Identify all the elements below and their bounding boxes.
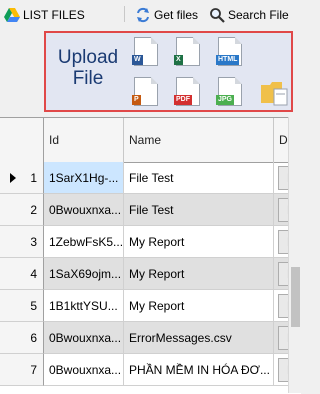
row-number-label: 4 — [30, 267, 37, 281]
row-number-label: 1 — [30, 171, 37, 185]
column-header-id[interactable]: Id — [44, 118, 124, 162]
other-file-icon[interactable] — [260, 77, 288, 107]
get-files-button[interactable]: Get files — [135, 4, 198, 26]
list-files-label: LIST FILES — [23, 8, 85, 22]
row-number-label: 6 — [30, 331, 37, 345]
table-row[interactable]: 31ZebwFsK5...My ReportDo — [0, 226, 301, 258]
row-number[interactable]: 1 — [0, 162, 44, 194]
table-row[interactable]: 11SarX1Hg-...File TestDo — [0, 162, 301, 194]
toolbar: LIST FILES Get files Search File — [0, 0, 301, 28]
row-number-label: 5 — [30, 299, 37, 313]
table-row[interactable]: 51B1kttYSU...My ReportDo — [0, 290, 301, 322]
cell-name[interactable]: My Report — [124, 226, 274, 258]
pdf-file-icon[interactable]: PDF — [174, 77, 202, 107]
list-files-button[interactable]: LIST FILES — [4, 4, 85, 26]
get-files-label: Get files — [154, 8, 199, 22]
upload-file-title: Upload File — [57, 47, 119, 89]
grid-header: Id Name Do — [0, 118, 301, 163]
row-number[interactable]: 7 — [0, 354, 44, 386]
html-file-icon[interactable]: HTML — [216, 37, 244, 67]
cell-id[interactable]: 0Bwouxnxa... — [44, 194, 124, 226]
cell-id[interactable]: 1B1kttYSU... — [44, 290, 124, 322]
cell-name[interactable]: ErrorMessages.csv — [124, 322, 274, 354]
files-grid[interactable]: Id Name Do 11SarX1Hg-...File TestDo20Bwo… — [0, 117, 301, 394]
scrollbar-thumb[interactable] — [291, 267, 300, 327]
search-file-button[interactable]: Search File — [209, 4, 289, 26]
row-header-corner — [0, 118, 44, 162]
search-icon — [209, 7, 225, 23]
row-number[interactable]: 4 — [0, 258, 44, 290]
toolbar-separator — [124, 6, 125, 22]
cell-name[interactable]: My Report — [124, 290, 274, 322]
file-type-badge: PDF — [174, 95, 192, 105]
table-row[interactable]: 41SaX69ojm...My ReportDo — [0, 258, 301, 290]
file-type-badge: X — [174, 55, 183, 65]
google-drive-icon — [4, 7, 20, 23]
upload-file-panel: Upload File W X HTML P PDF JPG — [44, 31, 293, 112]
column-header-name[interactable]: Name — [124, 118, 274, 162]
row-number[interactable]: 6 — [0, 322, 44, 354]
current-row-arrow-icon — [10, 173, 16, 183]
table-row[interactable]: 60Bwouxnxa...ErrorMessages.csvDo — [0, 322, 301, 354]
row-number[interactable]: 2 — [0, 194, 44, 226]
cell-id[interactable]: 1SarX1Hg-... — [44, 162, 124, 194]
row-number-label: 2 — [30, 203, 37, 217]
word-file-icon[interactable]: W — [132, 37, 160, 67]
row-number[interactable]: 3 — [0, 226, 44, 258]
powerpoint-file-icon[interactable]: P — [132, 77, 160, 107]
cell-name[interactable]: PHẦN MỀM IN HÓA ĐƠ... — [124, 354, 274, 386]
jpg-file-icon[interactable]: JPG — [216, 77, 244, 107]
vertical-scrollbar[interactable] — [288, 117, 302, 393]
sync-icon — [135, 7, 151, 23]
cell-name[interactable]: My Report — [124, 258, 274, 290]
file-type-badge: P — [132, 95, 141, 105]
cell-name[interactable]: File Test — [124, 194, 274, 226]
file-type-badge: HTML — [216, 55, 240, 65]
table-row[interactable]: 70Bwouxnxa...PHẦN MỀM IN HÓA ĐƠ...Do — [0, 354, 301, 386]
excel-file-icon[interactable]: X — [174, 37, 202, 67]
cell-id[interactable]: 0Bwouxnxa... — [44, 322, 124, 354]
table-row[interactable]: 20Bwouxnxa...File TestDo — [0, 194, 301, 226]
row-number[interactable]: 5 — [0, 290, 44, 322]
file-type-badge: JPG — [216, 95, 235, 105]
cell-id[interactable]: 1SaX69ojm... — [44, 258, 124, 290]
row-number-label: 3 — [30, 235, 37, 249]
row-number-label: 7 — [30, 363, 37, 377]
cell-id[interactable]: 0Bwouxnxa... — [44, 354, 124, 386]
file-type-badge: W — [132, 55, 143, 65]
search-file-label: Search File — [228, 8, 289, 22]
cell-name[interactable]: File Test — [124, 162, 274, 194]
cell-id[interactable]: 1ZebwFsK5... — [44, 226, 124, 258]
